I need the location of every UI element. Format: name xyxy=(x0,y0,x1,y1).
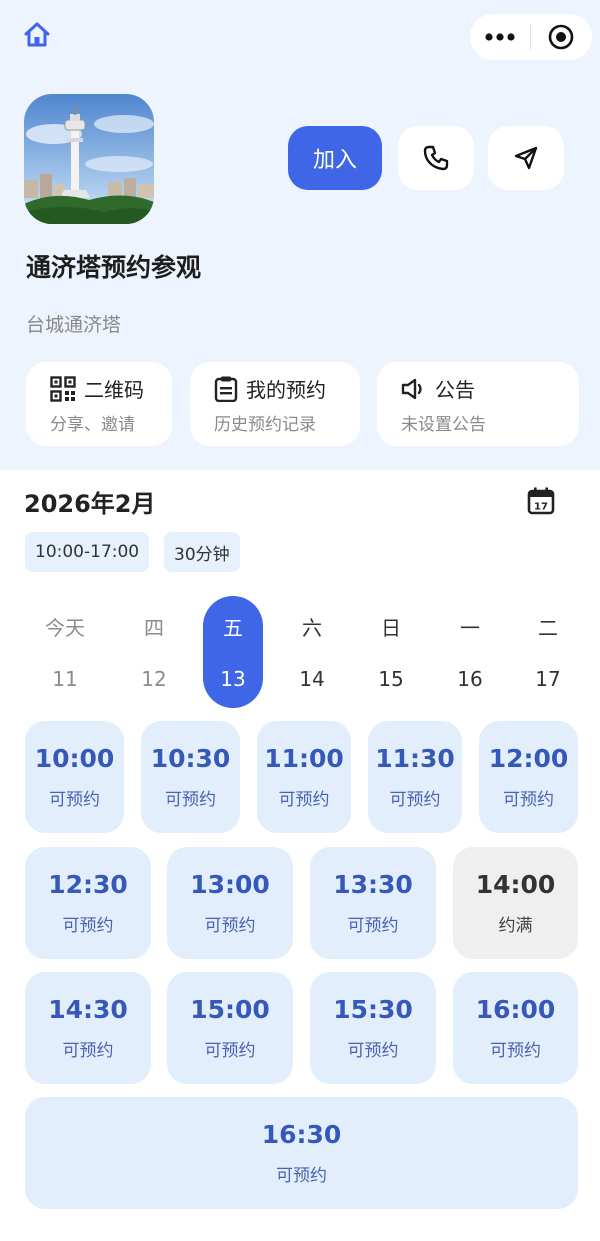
slot-time: 14:00 xyxy=(475,870,556,899)
navigate-icon xyxy=(514,146,538,170)
target-icon[interactable] xyxy=(531,14,591,60)
weekday-label: 日 xyxy=(381,616,401,640)
day-fri-selected[interactable]: 五 13 xyxy=(203,596,263,708)
slot-time: 13:30 xyxy=(333,870,413,899)
home-icon[interactable] xyxy=(22,20,52,50)
slot-status: 可预约 xyxy=(389,790,441,810)
slot-time: 11:00 xyxy=(264,744,344,773)
day-sat[interactable]: 六 14 xyxy=(282,596,342,708)
weekday-label: 一 xyxy=(460,616,480,640)
slot-time: 11:30 xyxy=(375,744,455,773)
weekday-label: 四 xyxy=(144,616,164,640)
time-slot[interactable]: 15:30 可预约 xyxy=(310,972,436,1084)
time-slot[interactable]: 13:30 可预约 xyxy=(310,847,436,959)
time-slot[interactable]: 10:00 可预约 xyxy=(25,721,124,833)
slot-status: 可预约 xyxy=(49,790,100,810)
time-slot[interactable]: 13:00 可预约 xyxy=(167,847,293,959)
card-desc: 分享、邀请 xyxy=(50,415,135,435)
qrcode-icon xyxy=(50,375,76,402)
slot-time: 10:30 xyxy=(150,744,231,773)
navigate-button[interactable] xyxy=(488,126,564,190)
slot-status: 可预约 xyxy=(62,1041,114,1061)
slot-time: 15:00 xyxy=(190,995,270,1024)
more-dots-icon[interactable] xyxy=(470,14,530,60)
venue-cover-image xyxy=(24,94,154,224)
slot-status: 可预约 xyxy=(503,790,554,810)
slot-time: 13:00 xyxy=(190,870,270,899)
slot-time: 16:30 xyxy=(261,1120,342,1149)
slot-time: 15:30 xyxy=(333,995,413,1024)
slot-status: 约满 xyxy=(498,916,533,936)
time-slot[interactable]: 11:00 可预约 xyxy=(257,721,351,833)
time-slot[interactable]: 10:30 可预约 xyxy=(141,721,240,833)
card-label: 二维码 xyxy=(84,378,144,402)
day-sun[interactable]: 日 15 xyxy=(361,596,421,708)
hours-tag: 10:00-17:00 xyxy=(25,532,150,572)
join-button[interactable]: 加入 xyxy=(288,126,382,190)
card-label: 公告 xyxy=(435,378,475,402)
slot-status: 可预约 xyxy=(165,790,216,810)
date-label: 16 xyxy=(457,667,483,691)
slot-time: 16:00 xyxy=(475,995,556,1024)
slot-time: 12:00 xyxy=(488,744,569,773)
calendar-icon[interactable]: 17 xyxy=(526,486,556,516)
slot-status: 可预约 xyxy=(204,916,256,936)
time-slot[interactable]: 11:30 可预约 xyxy=(368,721,462,833)
my-booking-card[interactable]: 我的预约 历史预约记录 xyxy=(190,362,360,446)
time-slot[interactable]: 16:00 可预约 xyxy=(453,972,578,1084)
announcement-card[interactable]: 公告 未设置公告 xyxy=(377,362,579,446)
month-title: 2026年2月 xyxy=(24,490,156,518)
time-slot[interactable]: 16:30 可预约 xyxy=(25,1097,578,1209)
weekday-label: 二 xyxy=(538,616,558,640)
time-slot[interactable]: 12:30 可预约 xyxy=(25,847,151,959)
day-today[interactable]: 今天 11 xyxy=(35,596,95,708)
clipboard-icon xyxy=(214,376,238,402)
weekday-label: 今天 xyxy=(45,616,85,640)
slot-time: 12:30 xyxy=(48,870,128,899)
slot-status: 可预约 xyxy=(490,1041,541,1061)
slot-time: 10:00 xyxy=(34,744,115,773)
slot-status: 可预约 xyxy=(347,916,399,936)
svg-text:17: 17 xyxy=(534,502,548,513)
time-slot[interactable]: 12:00 可预约 xyxy=(479,721,578,833)
slot-status: 可预约 xyxy=(62,916,114,936)
slot-status: 可预约 xyxy=(278,790,330,810)
slot-status: 可预约 xyxy=(276,1166,327,1186)
day-tue[interactable]: 二 17 xyxy=(518,596,578,708)
time-slot-full: 14:00 约满 xyxy=(453,847,578,959)
slot-time: 14:30 xyxy=(48,995,128,1024)
card-desc: 历史预约记录 xyxy=(214,415,316,435)
speaker-icon xyxy=(401,378,422,399)
weekday-label: 五 xyxy=(223,616,243,640)
duration-tag: 30分钟 xyxy=(164,532,240,572)
weekday-label: 六 xyxy=(302,616,322,640)
date-label: 11 xyxy=(52,667,78,691)
venue-subtitle: 台城通济塔 xyxy=(26,314,122,336)
slot-status: 可预约 xyxy=(347,1041,399,1061)
qrcode-card[interactable]: 二维码 分享、邀请 xyxy=(26,362,172,446)
card-label: 我的预约 xyxy=(246,378,326,402)
card-desc: 未设置公告 xyxy=(401,415,486,435)
slot-status: 可预约 xyxy=(204,1041,256,1061)
mini-program-capsule xyxy=(470,14,592,60)
date-label: 12 xyxy=(141,667,167,691)
time-slot[interactable]: 14:30 可预约 xyxy=(25,972,151,1084)
venue-title: 通济塔预约参观 xyxy=(26,253,202,282)
date-label: 13 xyxy=(220,667,246,691)
date-label: 17 xyxy=(535,667,561,691)
phone-icon xyxy=(423,145,449,171)
time-slot[interactable]: 15:00 可预约 xyxy=(167,972,293,1084)
date-label: 14 xyxy=(299,667,325,691)
day-mon[interactable]: 一 16 xyxy=(440,596,500,708)
phone-button[interactable] xyxy=(398,126,474,190)
day-thu[interactable]: 四 12 xyxy=(124,596,184,708)
date-label: 15 xyxy=(378,667,404,691)
